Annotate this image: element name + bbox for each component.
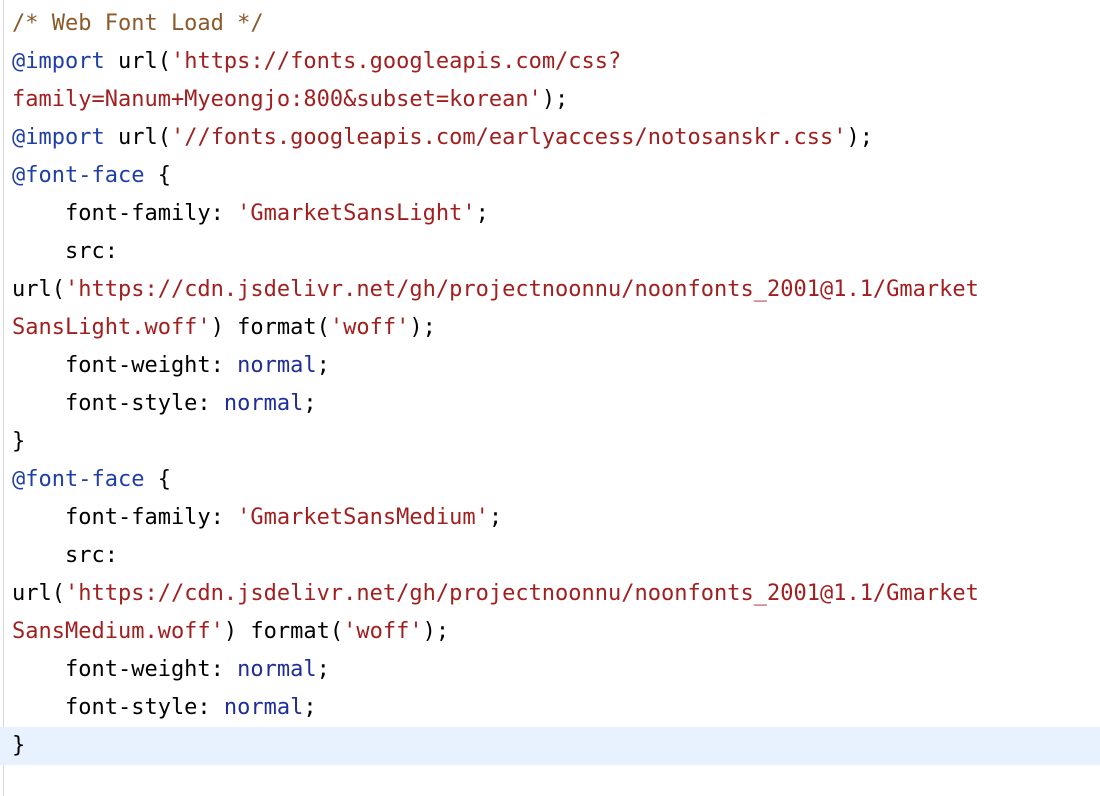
code-line[interactable]: font-weight: normal; — [0, 651, 1100, 689]
code-token-at: @font-face — [12, 467, 145, 492]
code-token-plain: url( — [104, 49, 171, 74]
code-token-plain: font-weight: — [12, 657, 238, 682]
code-token-str: 'GmarketSansMedium' — [237, 505, 489, 530]
code-token-plain: font-style: — [12, 391, 224, 416]
code-token-plain: font-weight: — [12, 353, 238, 378]
code-token-plain: ); — [409, 315, 436, 340]
code-token-kw: normal — [237, 353, 317, 378]
code-line[interactable]: @font-face { — [0, 157, 1100, 195]
code-token-plain: } — [12, 429, 26, 454]
code-line[interactable]: SansMedium.woff') format('woff'); — [0, 613, 1100, 651]
code-token-kw: normal — [223, 391, 304, 416]
code-token-str: 'woff' — [343, 619, 423, 644]
code-editor[interactable]: /* Web Font Load */@import url('https://… — [0, 0, 1100, 796]
code-token-str: SansMedium.woff' — [12, 619, 224, 644]
code-area[interactable]: /* Web Font Load */@import url('https://… — [0, 5, 1100, 765]
code-line[interactable]: @font-face { — [0, 461, 1100, 499]
code-token-plain: ; — [316, 353, 330, 378]
code-token-plain: ); — [846, 125, 873, 150]
code-line[interactable]: @import url('https://fonts.googleapis.co… — [0, 43, 1100, 81]
code-token-str: 'woff' — [329, 315, 410, 340]
code-line[interactable]: font-style: normal; — [0, 385, 1100, 423]
code-token-plain: ; — [303, 391, 317, 416]
code-line[interactable]: @import url('//fonts.googleapis.com/earl… — [0, 119, 1100, 157]
code-token-plain: { — [144, 467, 171, 492]
code-line[interactable]: url('https://cdn.jsdelivr.net/gh/project… — [0, 575, 1100, 613]
code-token-plain: ); — [541, 87, 569, 112]
code-token-str: 'https://cdn.jsdelivr.net/gh/projectnoon… — [64, 277, 979, 302]
code-token-str: 'https://cdn.jsdelivr.net/gh/projectnoon… — [64, 581, 979, 606]
code-token-plain: ) format( — [210, 315, 330, 340]
code-token-comment: /* Web Font Load */ — [12, 11, 264, 36]
code-line[interactable]: font-weight: normal; — [0, 347, 1100, 385]
code-token-str: '//fonts.googleapis.com/earlyaccess/noto… — [170, 125, 847, 150]
code-line[interactable]: font-family: 'GmarketSansLight'; — [0, 195, 1100, 233]
code-token-str: 'GmarketSansLight' — [237, 201, 476, 226]
code-token-plain: ; — [303, 695, 317, 720]
code-token-at: @import — [12, 49, 105, 74]
code-line[interactable]: /* Web Font Load */ — [0, 5, 1100, 43]
code-token-plain: url( — [104, 125, 171, 150]
code-token-plain: font-style: — [12, 695, 224, 720]
code-token-str: SansLight.woff' — [12, 315, 211, 340]
code-token-str: 'https://fonts.googleapis.com/css? — [170, 49, 622, 74]
code-token-plain: ) format( — [223, 619, 344, 644]
code-token-plain: ; — [316, 657, 330, 682]
code-token-plain: { — [144, 163, 171, 188]
code-line-current[interactable]: } — [0, 727, 1100, 765]
code-token-kw: normal — [223, 695, 304, 720]
code-token-plain: font-family: — [12, 201, 238, 226]
code-token-plain: ; — [475, 201, 489, 226]
code-token-plain: ; — [488, 505, 503, 530]
code-token-plain: } — [12, 733, 26, 758]
code-line[interactable]: SansLight.woff') format('woff'); — [0, 309, 1100, 347]
code-line[interactable]: } — [0, 423, 1100, 461]
code-line[interactable]: font-style: normal; — [0, 689, 1100, 727]
code-token-at: @import — [12, 125, 105, 150]
code-line[interactable]: src: — [0, 537, 1100, 575]
code-token-plain: src: — [12, 543, 118, 568]
code-line[interactable]: src: — [0, 233, 1100, 271]
code-token-plain: font-family: — [12, 505, 238, 530]
code-token-kw: normal — [237, 657, 317, 682]
code-line[interactable]: url('https://cdn.jsdelivr.net/gh/project… — [0, 271, 1100, 309]
code-token-plain: ); — [422, 619, 450, 644]
code-token-plain: src: — [12, 239, 118, 264]
code-line[interactable]: font-family: 'GmarketSansMedium'; — [0, 499, 1100, 537]
code-token-plain: url( — [12, 277, 65, 302]
code-token-at: @font-face — [12, 163, 145, 188]
code-token-plain: url( — [12, 581, 65, 606]
code-token-str: family=Nanum+Myeongjo:800&subset=korean' — [12, 87, 542, 112]
code-line[interactable]: family=Nanum+Myeongjo:800&subset=korean'… — [0, 81, 1100, 119]
